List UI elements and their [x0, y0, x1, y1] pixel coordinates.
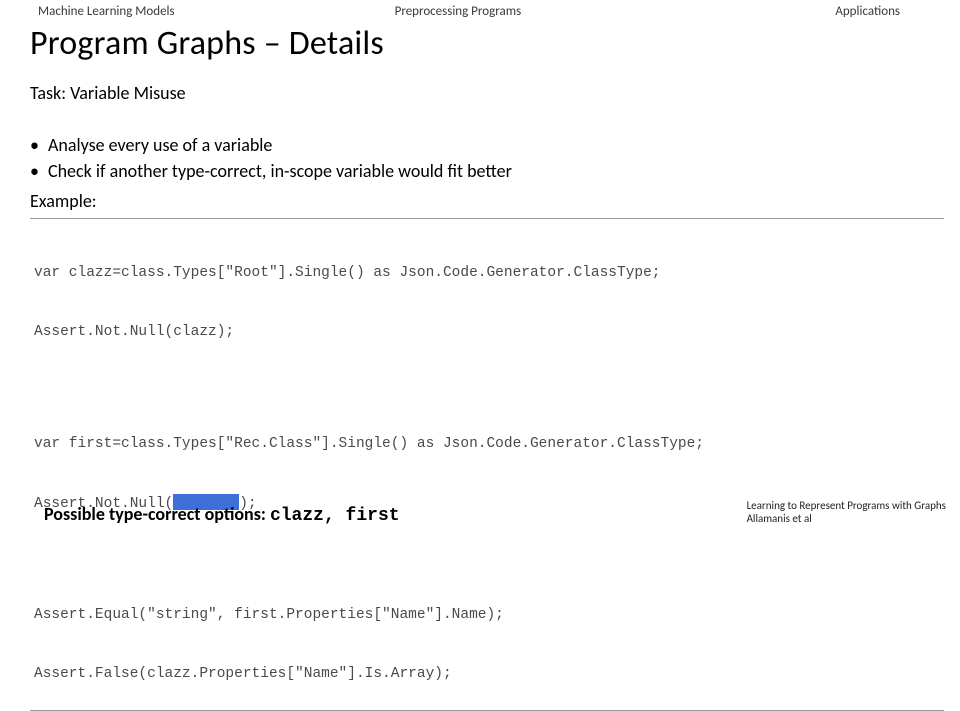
code-line: var first=class.Types["Rec.Class"].Singl… [34, 435, 944, 455]
tab-ml-models: Machine Learning Models [38, 4, 175, 19]
code-blank [34, 382, 944, 396]
footer: Possible type-correct options: clazz, fi… [0, 499, 960, 527]
task-heading: Task: Variable Misuse [30, 82, 960, 104]
code-line: var clazz=class.Types["Root"].Single() a… [34, 264, 944, 284]
citation-title: Learning to Represent Programs with Grap… [747, 499, 946, 513]
citation-authors: Allamanis et al [747, 512, 946, 526]
options-values: clazz, first [270, 506, 400, 526]
code-line: Assert.Equal("string", first.Properties[… [34, 606, 944, 626]
code-line: Assert.False(clazz.Properties["Name"].Is… [34, 665, 944, 685]
page-title: Program Graphs – Details [30, 23, 960, 64]
code-blank [34, 553, 944, 567]
section-tabs: Machine Learning Models Preprocessing Pr… [0, 0, 960, 19]
code-example: var clazz=class.Types["Root"].Single() a… [30, 218, 944, 711]
citation: Learning to Represent Programs with Grap… [747, 499, 946, 527]
tab-applications: Applications [835, 4, 900, 19]
bullet-item: Check if another type-correct, in-scope … [30, 158, 960, 184]
bullet-list: Analyse every use of a variable Check if… [30, 132, 960, 184]
options-label: Possible type-correct options: [44, 503, 270, 525]
bullet-item: Analyse every use of a variable [30, 132, 960, 158]
code-line: Assert.Not.Null(clazz); [34, 323, 944, 343]
tab-preprocessing: Preprocessing Programs [395, 4, 522, 19]
options-line: Possible type-correct options: clazz, fi… [44, 503, 400, 526]
example-label: Example: [30, 190, 960, 212]
